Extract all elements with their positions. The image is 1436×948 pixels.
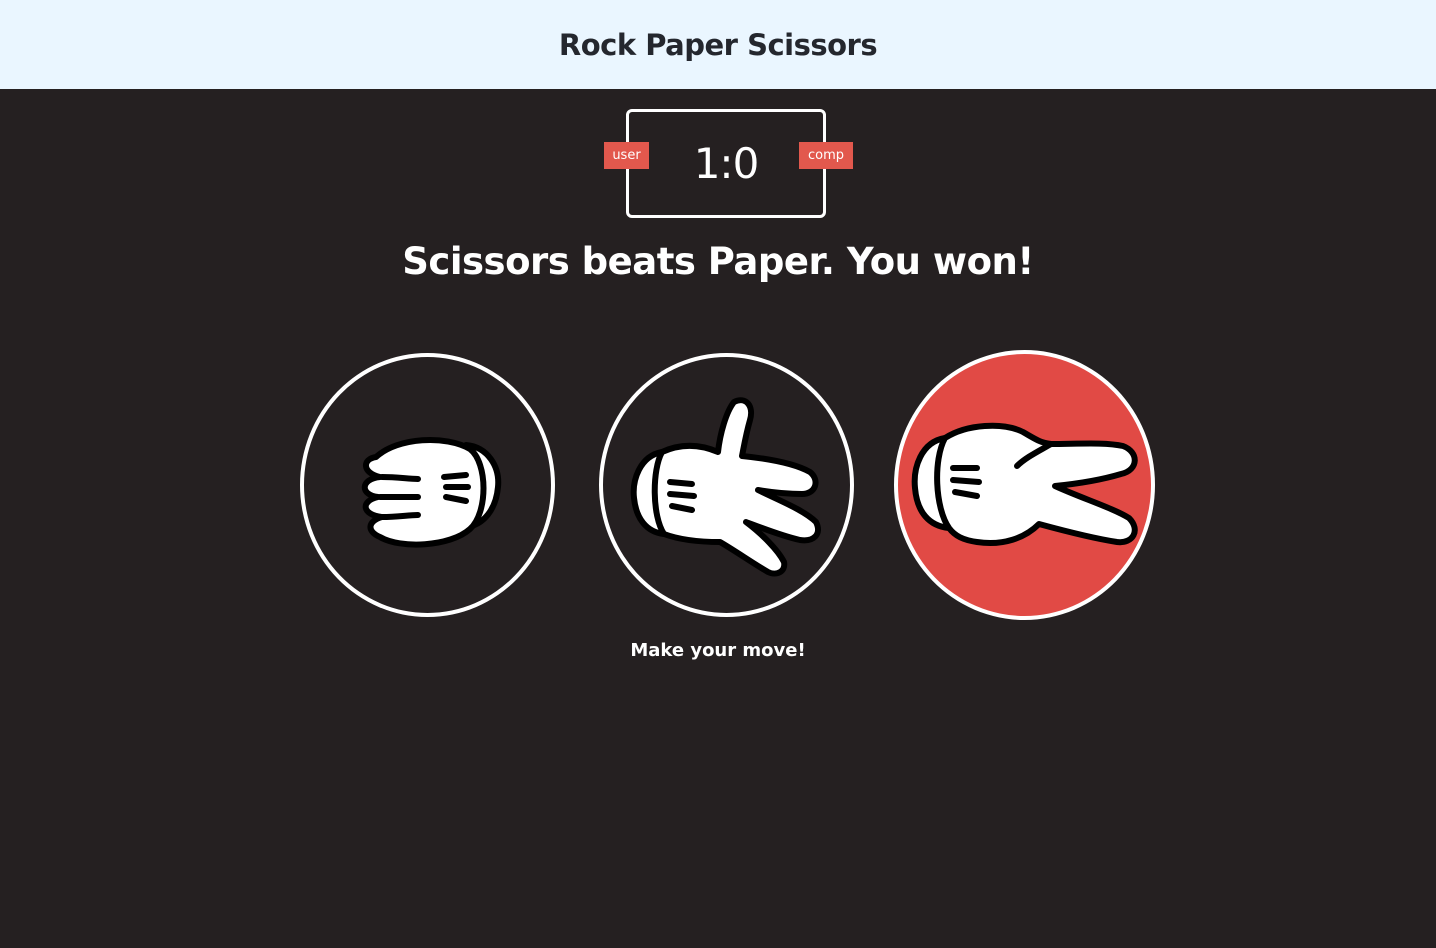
header: Rock Paper Scissors	[0, 0, 1436, 89]
scissors-choice-button[interactable]	[894, 350, 1155, 620]
user-badge: user	[604, 142, 649, 169]
scissors-hand-icon	[911, 422, 1138, 546]
score-display: 1:0	[693, 139, 760, 188]
result-message: Scissors beats Paper. You won!	[402, 240, 1034, 283]
scoreboard: 1:0	[626, 109, 826, 218]
paper-hand-icon	[630, 397, 821, 577]
rock-fist-icon	[361, 437, 501, 548]
move-prompt: Make your move!	[630, 640, 806, 661]
paper-choice-button[interactable]	[599, 353, 854, 617]
rock-choice-button[interactable]	[300, 353, 555, 617]
comp-badge: comp	[799, 142, 853, 169]
page-title: Rock Paper Scissors	[558, 27, 878, 62]
